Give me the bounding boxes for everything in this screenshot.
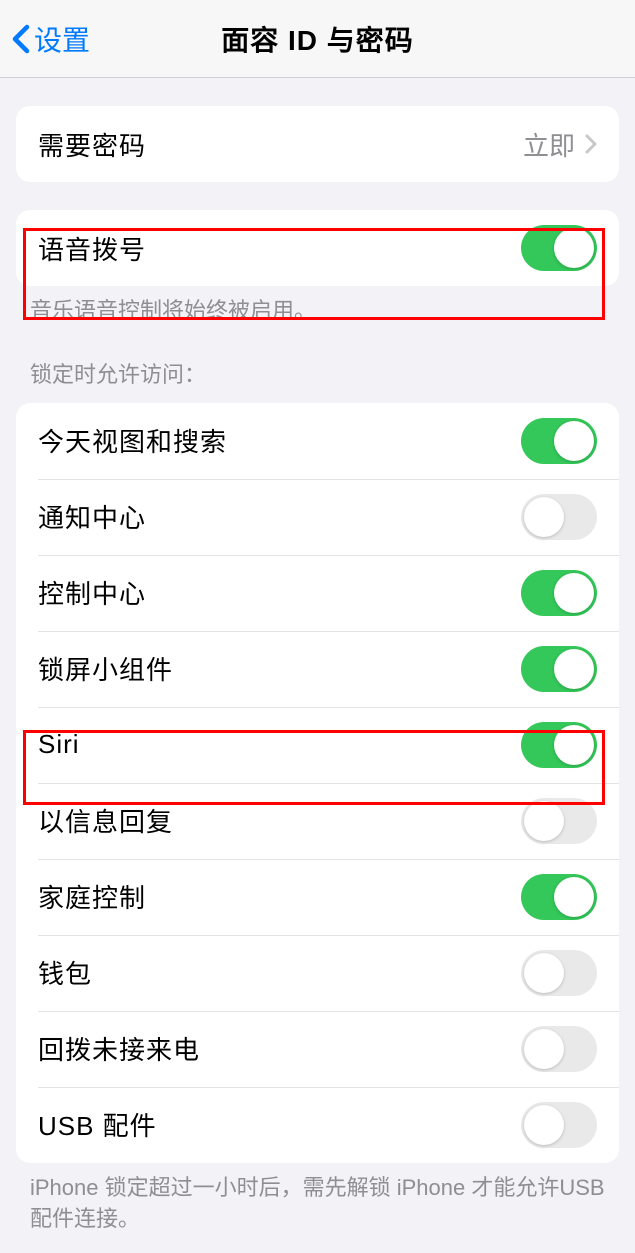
toggle-knob xyxy=(554,725,594,765)
row-access-item: 钱包 xyxy=(16,935,619,1011)
row-access-item: 通知中心 xyxy=(16,479,619,555)
access-item-toggle[interactable] xyxy=(521,418,597,464)
access-item-toggle[interactable] xyxy=(521,1026,597,1072)
back-label: 设置 xyxy=(34,19,90,59)
chevron-right-icon xyxy=(585,134,597,154)
group-lock-access: 今天视图和搜索通知中心控制中心锁屏小组件 Siri 以信息回复家庭控制钱包回拨未接来… xyxy=(16,403,619,1163)
access-item-toggle[interactable] xyxy=(521,950,597,996)
toggle-knob xyxy=(524,1105,564,1145)
access-item-toggle[interactable] xyxy=(521,570,597,616)
access-item-label: 家庭控制 xyxy=(38,878,146,915)
row-access-item: 家庭控制 xyxy=(16,859,619,935)
usb-footer: iPhone 锁定超过一小时后，需先解锁 iPhone 才能允许USB 配件连接… xyxy=(30,1173,605,1235)
row-voice-dial: 语音拨号 xyxy=(16,210,619,286)
toggle-knob xyxy=(554,877,594,917)
toggle-knob xyxy=(554,421,594,461)
content: 需要密码 立即 语音拨号 音乐语音控制将始终被启用。 锁定时允许访问： 今天视图… xyxy=(0,106,635,1234)
require-passcode-value: 立即 xyxy=(523,126,597,163)
toggle-knob xyxy=(554,649,594,689)
access-item-label: 控制中心 xyxy=(38,574,146,611)
back-button[interactable]: 设置 xyxy=(12,19,90,59)
access-item-label: 回拨未接来电 xyxy=(38,1030,200,1067)
voice-dial-footer: 音乐语音控制将始终被启用。 xyxy=(30,296,605,327)
row-require-passcode[interactable]: 需要密码 立即 xyxy=(16,106,619,182)
access-item-toggle[interactable] xyxy=(521,1102,597,1148)
access-item-toggle[interactable] xyxy=(521,874,597,920)
access-item-label: 锁屏小组件 xyxy=(38,650,173,687)
toggle-knob xyxy=(524,497,564,537)
access-item-toggle[interactable] xyxy=(521,722,597,768)
access-item-toggle[interactable] xyxy=(521,798,597,844)
access-item-toggle[interactable] xyxy=(521,646,597,692)
row-access-item: 回拨未接来电 xyxy=(16,1011,619,1087)
row-access-item: 今天视图和搜索 xyxy=(16,403,619,479)
row-access-item: USB 配件 xyxy=(16,1087,619,1163)
toggle-knob xyxy=(554,573,594,613)
group-passcode: 需要密码 立即 xyxy=(16,106,619,182)
row-access-item: Siri xyxy=(16,707,619,783)
access-item-label: USB 配件 xyxy=(38,1106,157,1143)
access-item-label: 通知中心 xyxy=(38,498,146,535)
voice-dial-toggle[interactable] xyxy=(521,225,597,271)
page-title: 面容 ID 与密码 xyxy=(221,19,414,59)
group-voice-dial: 语音拨号 xyxy=(16,210,619,286)
row-access-item: 控制中心 xyxy=(16,555,619,631)
toggle-knob xyxy=(524,953,564,993)
nav-header: 设置 面容 ID 与密码 xyxy=(0,0,635,78)
row-access-item: 锁屏小组件 xyxy=(16,631,619,707)
toggle-knob xyxy=(524,801,564,841)
row-access-item: 以信息回复 xyxy=(16,783,619,859)
toggle-knob xyxy=(524,1029,564,1069)
access-item-label: Siri xyxy=(38,729,80,760)
toggle-knob xyxy=(554,228,594,268)
access-item-label: 钱包 xyxy=(38,954,92,991)
access-item-toggle[interactable] xyxy=(521,494,597,540)
chevron-left-icon xyxy=(12,24,30,54)
access-item-label: 以信息回复 xyxy=(38,802,173,839)
access-item-label: 今天视图和搜索 xyxy=(38,422,227,459)
section-header-access: 锁定时允许访问： xyxy=(30,357,605,389)
require-passcode-label: 需要密码 xyxy=(38,126,146,163)
voice-dial-label: 语音拨号 xyxy=(38,230,146,267)
